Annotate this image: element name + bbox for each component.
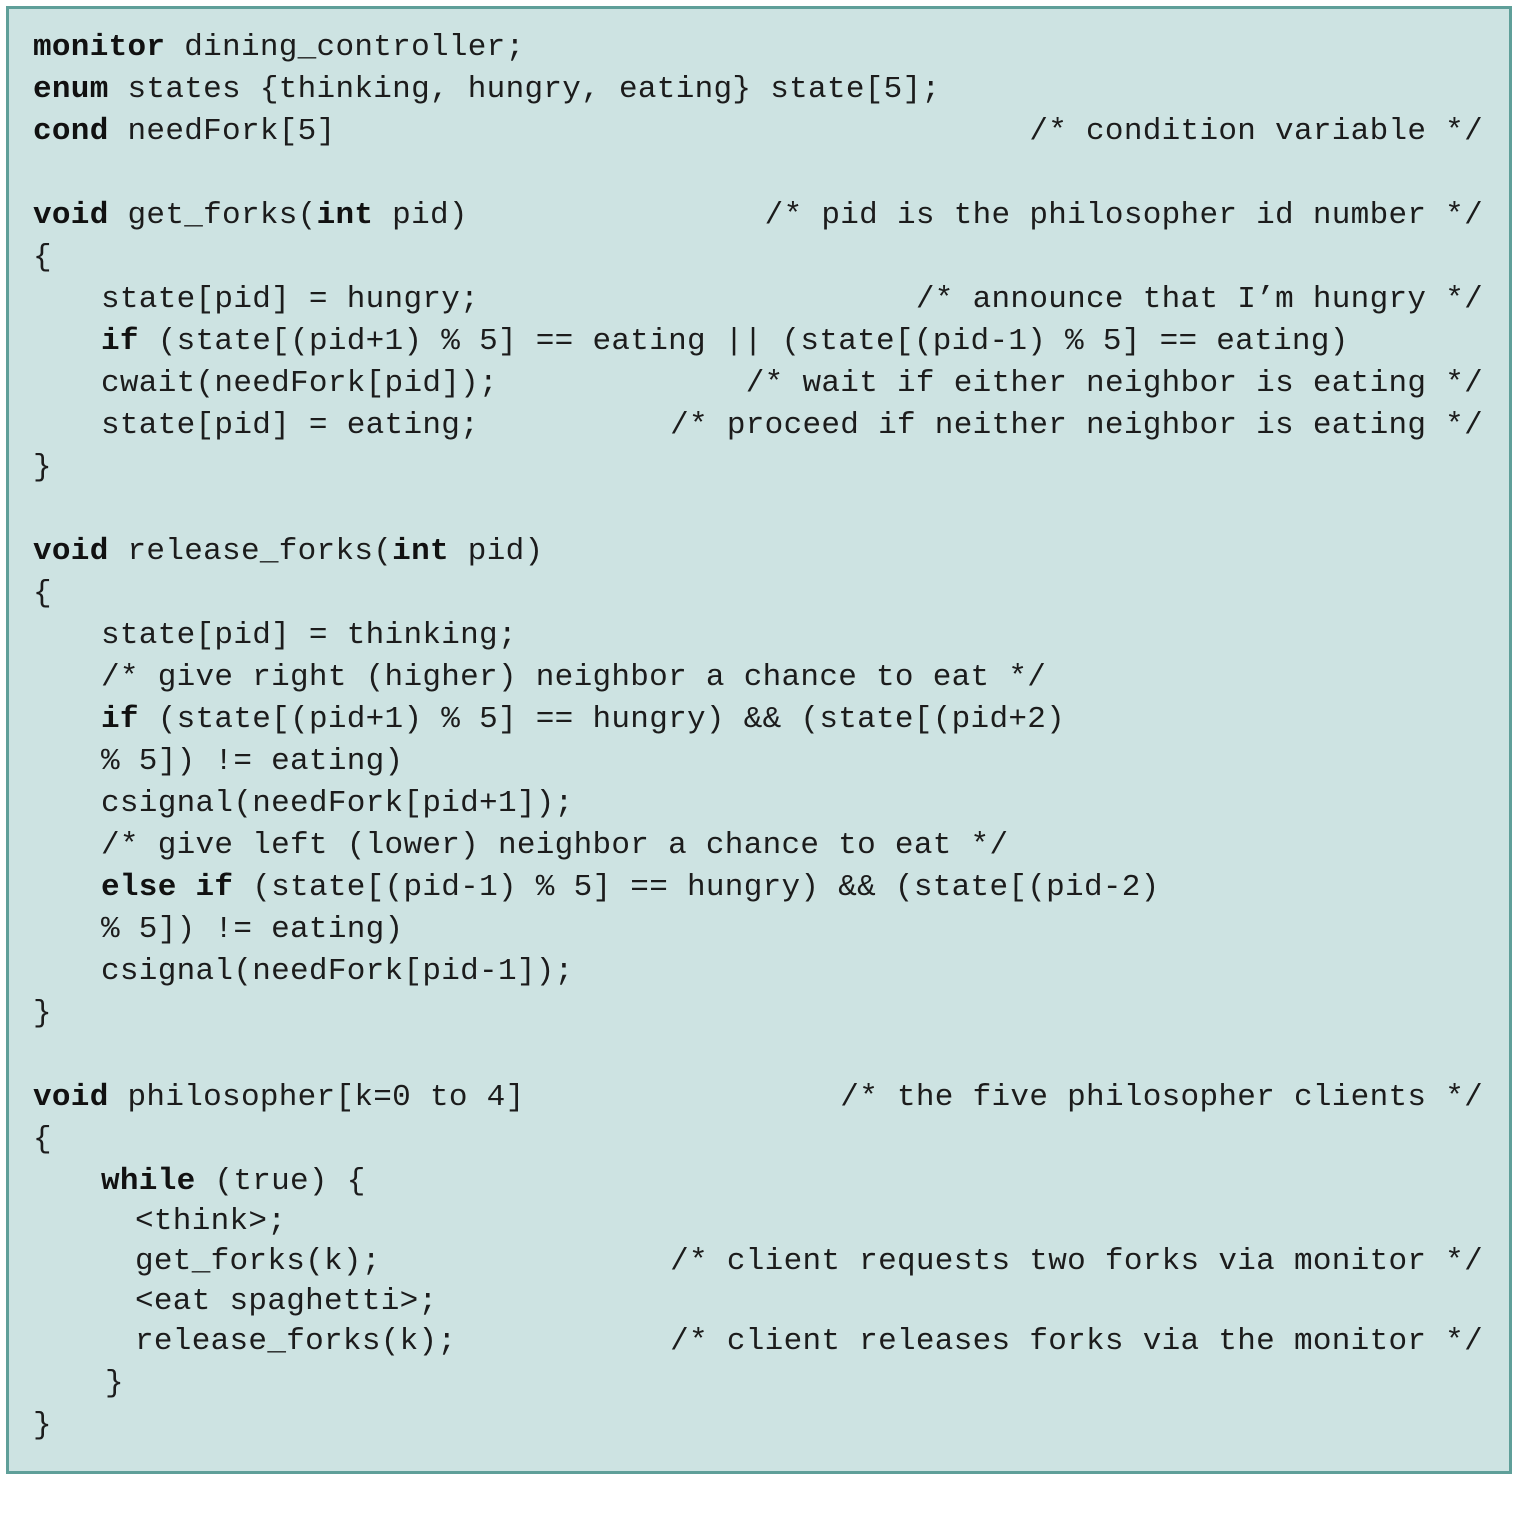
- code-line-philosopher-signature: void philosopher[k=0 to 4] /* the five p…: [33, 1077, 1483, 1119]
- code-line-monitor: monitor dining_controller;: [33, 27, 1483, 69]
- code-text: % 5]) != eating): [101, 744, 404, 779]
- code-line-state-hungry: state[pid] = hungry; /* announce that I’…: [33, 279, 1483, 321]
- code-line-else-if-left-hungry: else if (state[(pid-1) % 5] == hungry) &…: [33, 867, 1483, 909]
- code-text: get_forks(: [108, 198, 317, 233]
- code-line-state-eating: state[pid] = eating; /* proceed if neith…: [33, 405, 1483, 447]
- keyword: void: [33, 1080, 109, 1115]
- code-line-release-forks-signature: void release_forks(int pid): [33, 531, 1483, 573]
- code-text: (state[(pid+1) % 5] == hungry) && (state…: [138, 702, 1066, 737]
- code-text: {: [33, 1122, 52, 1157]
- code-text: state[pid] = hungry;: [101, 282, 480, 317]
- keyword: int: [316, 198, 374, 233]
- code-line-get-forks-signature: void get_forks(int pid) /* pid is the ph…: [33, 195, 1483, 237]
- code-line-close-brace: }: [33, 1405, 1483, 1447]
- code-text: states {thinking, hungry, eating} state[…: [108, 72, 941, 107]
- code-text: % 5]) != eating): [101, 912, 404, 947]
- code-line-release-forks-call: release_forks(k); /* client releases for…: [33, 1321, 1483, 1363]
- code-text: pid): [448, 534, 544, 569]
- code-line-comment-right: /* give right (higher) neighbor a chance…: [33, 657, 1483, 699]
- code-text: {: [33, 576, 52, 611]
- code-comment: /* give right (higher) neighbor a chance…: [101, 660, 1047, 695]
- code-line-close-brace-inner: }: [33, 1363, 1483, 1405]
- code-line-open-brace: {: [33, 237, 1483, 279]
- code-text: philosopher[k=0 to 4]: [108, 1080, 525, 1115]
- code-text: }: [105, 1366, 124, 1401]
- code-text: state[pid] = thinking;: [101, 618, 517, 653]
- code-text: pid): [373, 198, 468, 233]
- code-line-open-brace: {: [33, 1119, 1483, 1161]
- code-comment: /* proceed if neither neighbor is eating…: [670, 408, 1483, 443]
- code-line-close-brace: }: [33, 447, 1483, 489]
- code-line-while: while (true) {: [33, 1161, 1483, 1203]
- code-line-enum: enum states {thinking, hungry, eating} s…: [33, 69, 1483, 111]
- code-line-csignal-right: csignal(needFork[pid+1]);: [33, 783, 1483, 825]
- code-text: }: [33, 996, 52, 1031]
- code-text: csignal(needFork[pid+1]);: [101, 786, 574, 821]
- code-text: needFork[5]: [108, 114, 336, 149]
- code-text: <think>;: [135, 1204, 287, 1239]
- code-text: (true) {: [195, 1164, 366, 1199]
- code-text: (state[(pid-1) % 5] == hungry) && (state…: [233, 870, 1160, 905]
- code-text: (state[(pid+1) % 5] == eating || (state[…: [138, 324, 1349, 359]
- keyword: if: [101, 324, 139, 359]
- code-line-think: <think>;: [33, 1203, 1483, 1241]
- code-text: {: [33, 240, 52, 275]
- code-text: }: [33, 450, 52, 485]
- code-text: dining_controller;: [165, 30, 525, 65]
- code-line-if-right-hungry: if (state[(pid+1) % 5] == hungry) && (st…: [33, 699, 1483, 741]
- code-text: <eat spaghetti>;: [135, 1284, 438, 1319]
- code-comment: /* wait if either neighbor is eating */: [745, 366, 1483, 401]
- keyword: void: [33, 534, 109, 569]
- code-line-eat: <eat spaghetti>;: [33, 1283, 1483, 1321]
- code-text: csignal(needFork[pid-1]);: [101, 954, 574, 989]
- code-line-open-brace: {: [33, 573, 1483, 615]
- keyword: void: [33, 198, 109, 233]
- code-comment: /* give left (lower) neighbor a chance t…: [101, 828, 1009, 863]
- code-line-close-brace: }: [33, 993, 1483, 1035]
- code-comment: /* client requests two forks via monitor…: [670, 1244, 1483, 1279]
- code-text: release_forks(k);: [135, 1324, 457, 1359]
- code-text: cwait(needFork[pid]);: [101, 366, 498, 401]
- code-text: get_forks(k);: [135, 1244, 381, 1279]
- code-comment: /* announce that I’m hungry */: [915, 282, 1483, 317]
- code-listing-box: monitor dining_controller; enum states {…: [6, 6, 1512, 1474]
- keyword: int: [392, 534, 449, 569]
- code-line-cwait: cwait(needFork[pid]); /* wait if either …: [33, 363, 1483, 405]
- code-line-cond: cond needFork[5] /* condition variable *…: [33, 111, 1483, 153]
- code-comment: /* client releases forks via the monitor…: [670, 1324, 1483, 1359]
- keyword: else if: [101, 870, 234, 905]
- keyword: monitor: [33, 30, 166, 65]
- keyword: enum: [33, 72, 109, 107]
- code-comment: /* pid is the philosopher id number */: [764, 198, 1483, 233]
- code-line-if-right-cont: % 5]) != eating): [33, 741, 1483, 783]
- keyword: while: [101, 1164, 196, 1199]
- keyword: if: [101, 702, 139, 737]
- keyword: cond: [33, 114, 109, 149]
- code-line-comment-left: /* give left (lower) neighbor a chance t…: [33, 825, 1483, 867]
- code-comment: /* condition variable */: [1029, 114, 1483, 149]
- code-line-else-if-left-cont: % 5]) != eating): [33, 909, 1483, 951]
- code-text: state[pid] = eating;: [101, 408, 480, 443]
- code-line-get-forks-call: get_forks(k); /* client requests two for…: [33, 1241, 1483, 1283]
- code-text: release_forks(: [108, 534, 393, 569]
- code-line-if-eating: if (state[(pid+1) % 5] == eating || (sta…: [33, 321, 1483, 363]
- code-text: }: [33, 1408, 52, 1443]
- code-comment: /* the five philosopher clients */: [840, 1080, 1483, 1115]
- code-block: monitor dining_controller; enum states {…: [33, 27, 1483, 1447]
- code-line-csignal-left: csignal(needFork[pid-1]);: [33, 951, 1483, 993]
- code-line-state-thinking: state[pid] = thinking;: [33, 615, 1483, 657]
